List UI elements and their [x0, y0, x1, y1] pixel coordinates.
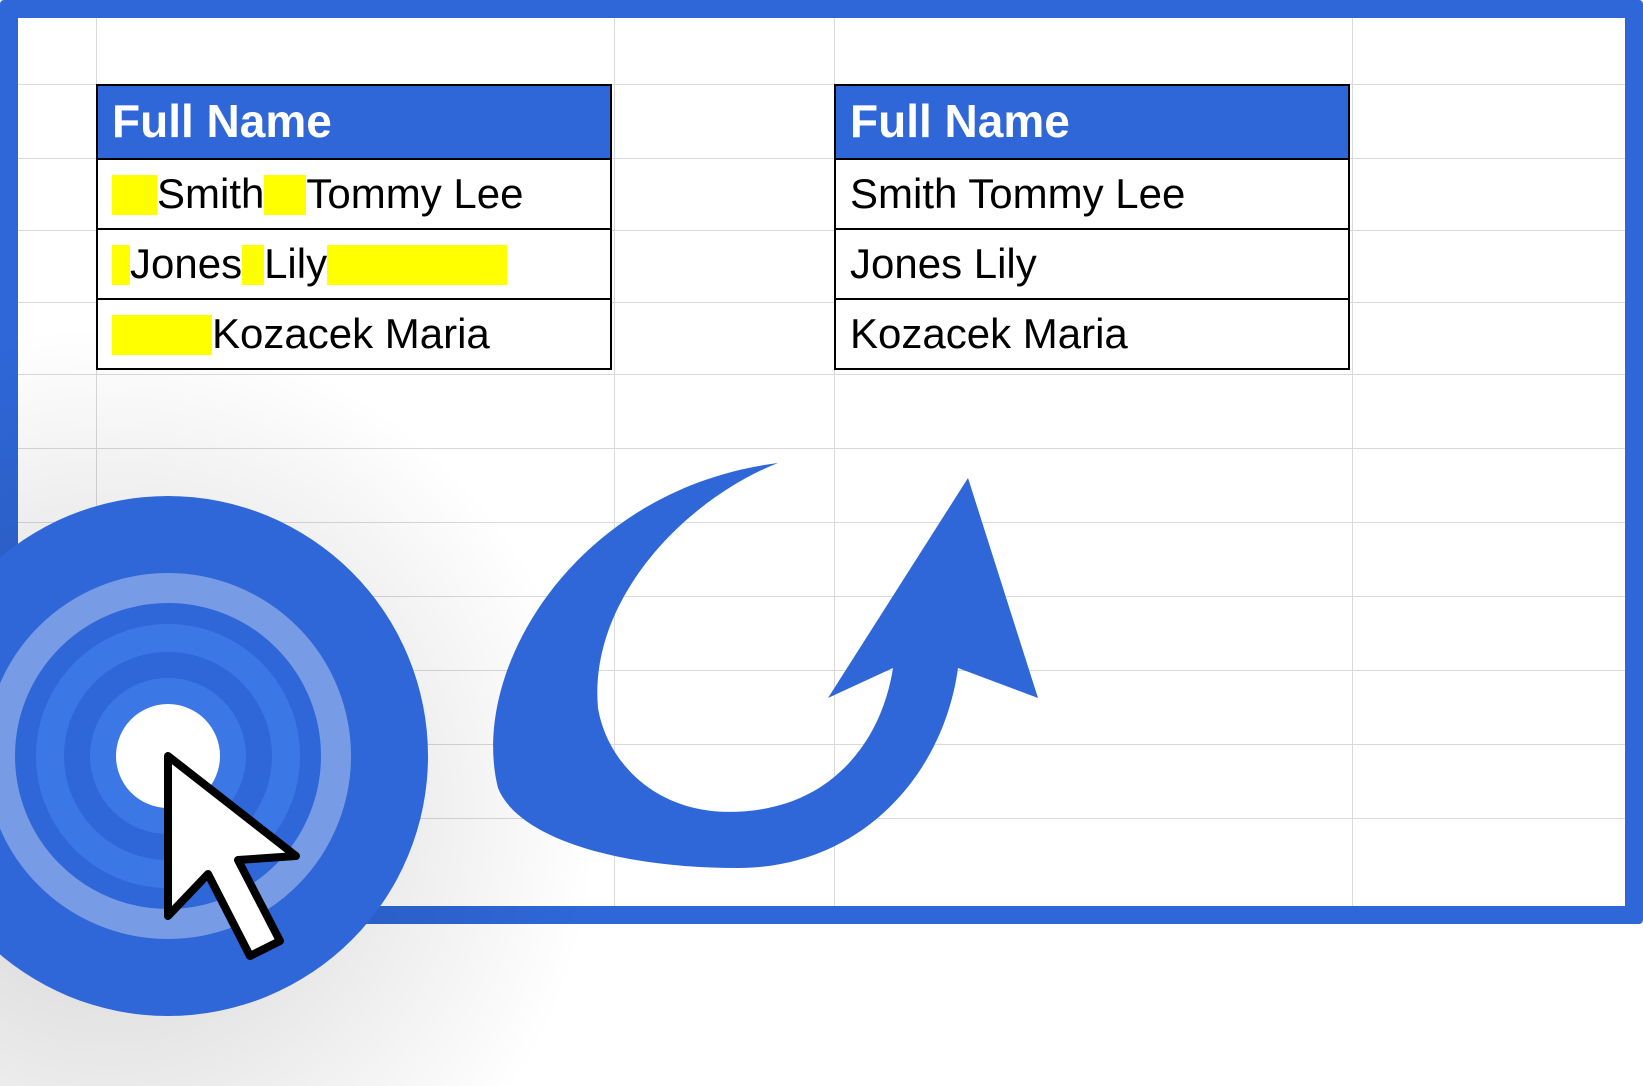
table-row: Jones Lily: [97, 229, 611, 299]
cell-right-row-3: Kozacek Maria: [835, 299, 1349, 369]
cell-right-row-1: Smith Tommy Lee: [835, 159, 1349, 229]
table-row: Smith Tommy Lee: [97, 159, 611, 229]
table-row: Smith Tommy Lee: [835, 159, 1349, 229]
left-full-name-table: Full Name Smith Tommy Lee Jones Lily Kozac…: [96, 84, 612, 370]
text-part: Kozacek Maria: [212, 310, 490, 357]
text-part: Smith: [157, 170, 264, 217]
table-row: Jones Lily: [835, 229, 1349, 299]
text-part: Lily: [264, 240, 327, 287]
highlight-space: [112, 245, 130, 285]
right-table-header: Full Name: [835, 85, 1349, 159]
left-table-header: Full Name: [97, 85, 611, 159]
brand-logo: [0, 496, 428, 1016]
cell-right-row-2: Jones Lily: [835, 229, 1349, 299]
table-row: Kozacek Maria: [835, 299, 1349, 369]
highlight-space: [112, 175, 157, 215]
cell-left-row-3: Kozacek Maria: [97, 299, 611, 369]
highlight-space: [242, 245, 264, 285]
cell-left-row-1: Smith Tommy Lee: [97, 159, 611, 229]
highlight-space: [112, 315, 212, 355]
table-row: Kozacek Maria: [97, 299, 611, 369]
highlight-space: [327, 245, 507, 285]
text-part: Tommy Lee: [306, 170, 523, 217]
cell-left-row-2: Jones Lily: [97, 229, 611, 299]
highlight-space: [264, 175, 306, 215]
right-full-name-table: Full Name Smith Tommy Lee Jones Lily Koz…: [834, 84, 1350, 370]
text-part: Jones: [130, 240, 242, 287]
